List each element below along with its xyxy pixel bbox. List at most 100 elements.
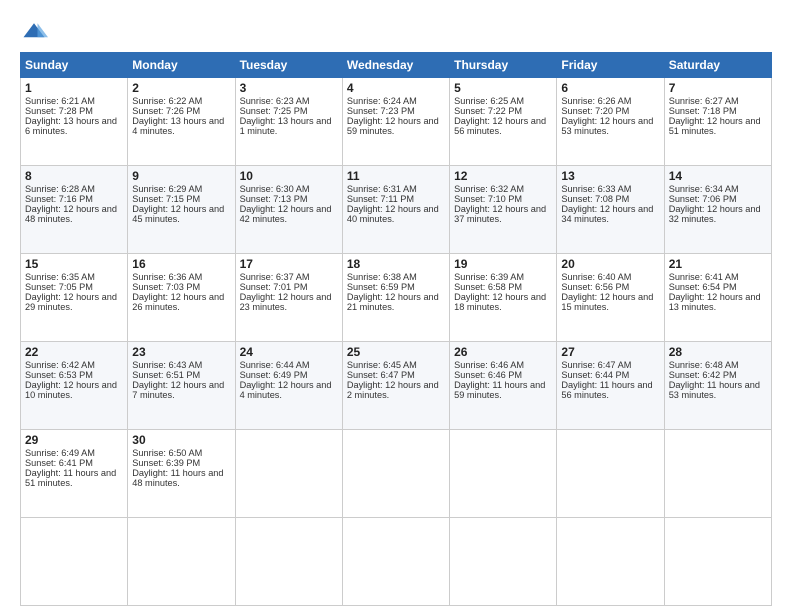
table-row: 29 Sunrise: 6:49 AM Sunset: 6:41 PM Dayl… — [21, 430, 128, 518]
daylight-label: Daylight: 12 hours and 34 minutes. — [561, 204, 653, 224]
table-row: 19 Sunrise: 6:39 AM Sunset: 6:58 PM Dayl… — [450, 254, 557, 342]
daylight-label: Daylight: 11 hours and 53 minutes. — [669, 380, 760, 400]
day-number: 20 — [561, 257, 659, 271]
table-row: 17 Sunrise: 6:37 AM Sunset: 7:01 PM Dayl… — [235, 254, 342, 342]
day-number: 5 — [454, 81, 552, 95]
daylight-label: Daylight: 11 hours and 59 minutes. — [454, 380, 545, 400]
sunset-label: Sunset: 7:05 PM — [25, 282, 93, 292]
table-row: 4 Sunrise: 6:24 AM Sunset: 7:23 PM Dayli… — [342, 78, 449, 166]
sunrise-label: Sunrise: 6:26 AM — [561, 96, 631, 106]
sunrise-label: Sunrise: 6:39 AM — [454, 272, 524, 282]
sunrise-label: Sunrise: 6:34 AM — [669, 184, 739, 194]
daylight-label: Daylight: 13 hours and 1 minute. — [240, 116, 332, 136]
table-row: 6 Sunrise: 6:26 AM Sunset: 7:20 PM Dayli… — [557, 78, 664, 166]
daylight-label: Daylight: 12 hours and 13 minutes. — [669, 292, 761, 312]
daylight-label: Daylight: 13 hours and 6 minutes. — [25, 116, 117, 136]
logo-icon — [20, 18, 48, 46]
day-number: 29 — [25, 433, 123, 447]
sunset-label: Sunset: 7:01 PM — [240, 282, 308, 292]
table-row — [342, 430, 449, 518]
table-row: 12 Sunrise: 6:32 AM Sunset: 7:10 PM Dayl… — [450, 166, 557, 254]
sunrise-label: Sunrise: 6:33 AM — [561, 184, 631, 194]
sunrise-label: Sunrise: 6:23 AM — [240, 96, 310, 106]
daylight-label: Daylight: 12 hours and 15 minutes. — [561, 292, 653, 312]
daylight-label: Daylight: 12 hours and 51 minutes. — [669, 116, 761, 136]
sunset-label: Sunset: 6:47 PM — [347, 370, 415, 380]
table-row — [450, 518, 557, 606]
sunrise-label: Sunrise: 6:49 AM — [25, 448, 95, 458]
sunset-label: Sunset: 6:53 PM — [25, 370, 93, 380]
day-number: 28 — [669, 345, 767, 359]
table-row: 2 Sunrise: 6:22 AM Sunset: 7:26 PM Dayli… — [128, 78, 235, 166]
day-number: 23 — [132, 345, 230, 359]
sunrise-label: Sunrise: 6:50 AM — [132, 448, 202, 458]
col-friday: Friday — [557, 53, 664, 78]
table-row — [235, 430, 342, 518]
daylight-label: Daylight: 12 hours and 7 minutes. — [132, 380, 224, 400]
day-number: 13 — [561, 169, 659, 183]
sunrise-label: Sunrise: 6:43 AM — [132, 360, 202, 370]
col-monday: Monday — [128, 53, 235, 78]
day-number: 1 — [25, 81, 123, 95]
daylight-label: Daylight: 12 hours and 18 minutes. — [454, 292, 546, 312]
sunrise-label: Sunrise: 6:35 AM — [25, 272, 95, 282]
sunrise-label: Sunrise: 6:40 AM — [561, 272, 631, 282]
sunrise-label: Sunrise: 6:48 AM — [669, 360, 739, 370]
table-row — [235, 518, 342, 606]
sunset-label: Sunset: 6:41 PM — [25, 458, 93, 468]
sunset-label: Sunset: 7:15 PM — [132, 194, 200, 204]
table-row: 16 Sunrise: 6:36 AM Sunset: 7:03 PM Dayl… — [128, 254, 235, 342]
table-row: 3 Sunrise: 6:23 AM Sunset: 7:25 PM Dayli… — [235, 78, 342, 166]
daylight-label: Daylight: 12 hours and 23 minutes. — [240, 292, 332, 312]
table-row: 13 Sunrise: 6:33 AM Sunset: 7:08 PM Dayl… — [557, 166, 664, 254]
daylight-label: Daylight: 11 hours and 51 minutes. — [25, 468, 116, 488]
sunset-label: Sunset: 7:10 PM — [454, 194, 522, 204]
sunrise-label: Sunrise: 6:38 AM — [347, 272, 417, 282]
table-row — [21, 518, 128, 606]
daylight-label: Daylight: 11 hours and 56 minutes. — [561, 380, 652, 400]
table-row: 15 Sunrise: 6:35 AM Sunset: 7:05 PM Dayl… — [21, 254, 128, 342]
daylight-label: Daylight: 12 hours and 48 minutes. — [25, 204, 117, 224]
daylight-label: Daylight: 12 hours and 32 minutes. — [669, 204, 761, 224]
table-row — [128, 518, 235, 606]
sunset-label: Sunset: 7:25 PM — [240, 106, 308, 116]
table-row — [664, 430, 771, 518]
col-thursday: Thursday — [450, 53, 557, 78]
table-row: 26 Sunrise: 6:46 AM Sunset: 6:46 PM Dayl… — [450, 342, 557, 430]
sunset-label: Sunset: 6:59 PM — [347, 282, 415, 292]
sunrise-label: Sunrise: 6:25 AM — [454, 96, 524, 106]
col-saturday: Saturday — [664, 53, 771, 78]
table-row: 18 Sunrise: 6:38 AM Sunset: 6:59 PM Dayl… — [342, 254, 449, 342]
table-row: 9 Sunrise: 6:29 AM Sunset: 7:15 PM Dayli… — [128, 166, 235, 254]
table-row: 28 Sunrise: 6:48 AM Sunset: 6:42 PM Dayl… — [664, 342, 771, 430]
table-row — [557, 518, 664, 606]
day-number: 6 — [561, 81, 659, 95]
daylight-label: Daylight: 12 hours and 21 minutes. — [347, 292, 439, 312]
day-number: 7 — [669, 81, 767, 95]
sunrise-label: Sunrise: 6:27 AM — [669, 96, 739, 106]
header — [20, 18, 772, 46]
table-row: 23 Sunrise: 6:43 AM Sunset: 6:51 PM Dayl… — [128, 342, 235, 430]
sunrise-label: Sunrise: 6:24 AM — [347, 96, 417, 106]
sunset-label: Sunset: 7:08 PM — [561, 194, 629, 204]
day-number: 12 — [454, 169, 552, 183]
sunrise-label: Sunrise: 6:21 AM — [25, 96, 95, 106]
sunset-label: Sunset: 7:16 PM — [25, 194, 93, 204]
day-number: 14 — [669, 169, 767, 183]
sunrise-label: Sunrise: 6:46 AM — [454, 360, 524, 370]
table-row — [342, 518, 449, 606]
table-row: 7 Sunrise: 6:27 AM Sunset: 7:18 PM Dayli… — [664, 78, 771, 166]
sunrise-label: Sunrise: 6:36 AM — [132, 272, 202, 282]
day-number: 25 — [347, 345, 445, 359]
sunset-label: Sunset: 6:51 PM — [132, 370, 200, 380]
sunset-label: Sunset: 6:49 PM — [240, 370, 308, 380]
day-number: 15 — [25, 257, 123, 271]
sunrise-label: Sunrise: 6:41 AM — [669, 272, 739, 282]
table-row: 11 Sunrise: 6:31 AM Sunset: 7:11 PM Dayl… — [342, 166, 449, 254]
table-row — [664, 518, 771, 606]
daylight-label: Daylight: 13 hours and 4 minutes. — [132, 116, 224, 136]
sunset-label: Sunset: 7:20 PM — [561, 106, 629, 116]
sunset-label: Sunset: 6:39 PM — [132, 458, 200, 468]
sunrise-label: Sunrise: 6:42 AM — [25, 360, 95, 370]
day-number: 16 — [132, 257, 230, 271]
